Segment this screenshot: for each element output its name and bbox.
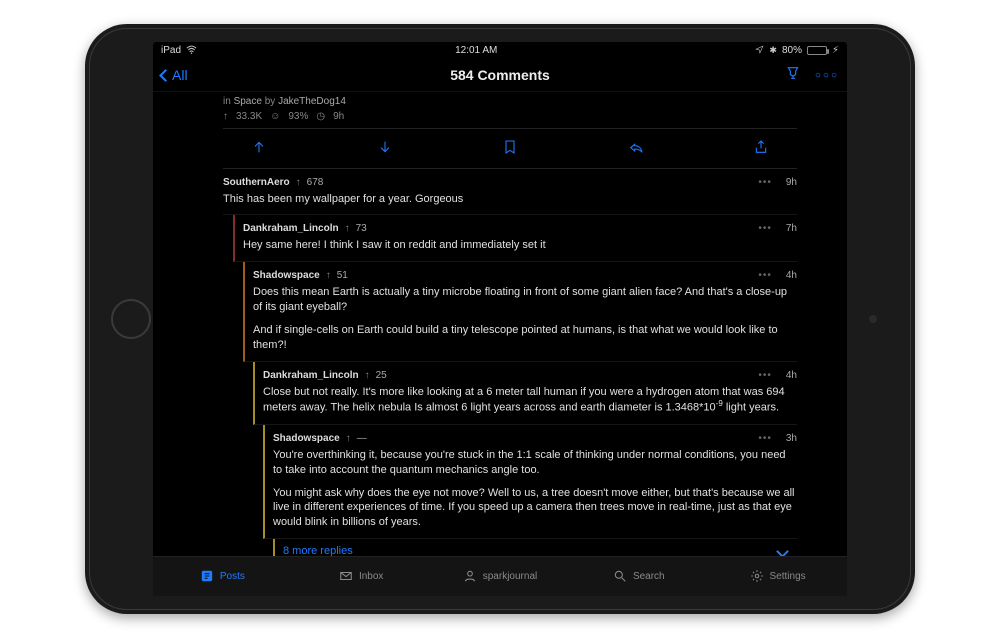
device-label: iPad: [161, 45, 181, 56]
comment-author[interactable]: Shadowspace: [273, 433, 340, 444]
comment-age: 9h: [786, 177, 797, 188]
upvote-arrow-icon: ↑: [365, 370, 370, 381]
comment-more-button[interactable]: •••: [758, 270, 772, 281]
tab-inbox[interactable]: Inbox: [292, 557, 431, 596]
upvote-arrow-icon: ↑: [223, 111, 228, 122]
battery-icon: [807, 46, 827, 55]
tab-profile-label: sparkjournal: [483, 571, 537, 582]
comment-body: This has been my wallpaper for a year. G…: [223, 192, 797, 207]
upvote-count: 33.3K: [236, 111, 262, 122]
back-button[interactable]: All: [161, 67, 188, 83]
screen: iPad 12:01 AM ✱ 80% ⚡︎ All 58: [153, 42, 847, 596]
chevron-left-icon: [159, 69, 172, 82]
tab-settings[interactable]: Settings: [708, 557, 847, 596]
wifi-icon: [186, 45, 197, 57]
author-link[interactable]: JakeTheDog14: [278, 96, 346, 107]
comment-author[interactable]: Shadowspace: [253, 270, 320, 281]
charging-icon: ⚡︎: [832, 45, 839, 56]
ratio-icon: ☺: [270, 111, 280, 122]
tab-settings-label: Settings: [770, 571, 806, 582]
tab-profile[interactable]: sparkjournal: [431, 557, 570, 596]
downvote-button[interactable]: [377, 139, 393, 158]
tab-search[interactable]: Search: [569, 557, 708, 596]
bluetooth-icon: ✱: [769, 45, 777, 56]
comment-score: 678: [307, 177, 324, 188]
location-icon: [755, 45, 764, 57]
comment-body: You're overthinking it, because you're s…: [273, 448, 797, 530]
comment-age: 3h: [786, 433, 797, 444]
comment-author[interactable]: Dankraham_Lincoln: [243, 223, 339, 234]
back-label: All: [172, 67, 188, 83]
upvote-ratio: 93%: [288, 111, 308, 122]
content-scroll[interactable]: in Space by JakeTheDog14 ↑ 33.3K ☺ 93% ◷…: [153, 92, 847, 556]
post-stats: ↑ 33.3K ☺ 93% ◷ 9h: [223, 111, 797, 122]
reply-button[interactable]: [628, 139, 644, 158]
comment-score: —: [357, 433, 367, 444]
more-replies-label: 8 more replies: [283, 545, 353, 555]
page-title: 584 Comments: [153, 67, 847, 83]
upvote-arrow-icon: ↑: [345, 223, 350, 234]
comment-age: 4h: [786, 270, 797, 281]
in-label: in: [223, 96, 231, 107]
comment-body: Does this mean Earth is actually a tiny …: [253, 285, 797, 352]
tab-bar: Posts Inbox sparkjournal Search Settings: [153, 556, 847, 596]
upvote-arrow-icon: ↑: [326, 270, 331, 281]
upvote-arrow-icon: ↑: [346, 433, 351, 444]
clock-icon: ◷: [316, 111, 325, 122]
ipad-frame: iPad 12:01 AM ✱ 80% ⚡︎ All 58: [85, 24, 915, 614]
more-button[interactable]: ○○○: [815, 70, 839, 81]
tab-search-label: Search: [633, 571, 665, 582]
comment[interactable]: Dankraham_Lincoln ↑ 25 ••• 4h Close but not r…: [253, 362, 797, 425]
post-age: 9h: [333, 111, 344, 122]
home-button[interactable]: [111, 299, 151, 339]
comment-more-button[interactable]: •••: [758, 433, 772, 444]
status-bar: iPad 12:01 AM ✱ 80% ⚡︎: [153, 42, 847, 60]
comment[interactable]: Shadowspace ↑ 51 ••• 4h Does this mean Earth …: [243, 262, 797, 361]
sort-button[interactable]: [785, 65, 801, 86]
comment-score: 73: [356, 223, 367, 234]
tab-inbox-label: Inbox: [359, 571, 383, 582]
share-button[interactable]: [753, 139, 769, 158]
comment[interactable]: SouthernAero ↑ 678 ••• 9h This has been my wa…: [223, 169, 797, 216]
comment-score: 25: [376, 370, 387, 381]
comment-more-button[interactable]: •••: [758, 223, 772, 234]
comment-more-button[interactable]: •••: [758, 370, 772, 381]
comment-author[interactable]: SouthernAero: [223, 177, 290, 188]
action-bar: [223, 128, 797, 169]
by-label: by: [265, 96, 276, 107]
comment-body: Hey same here! I think I saw it on reddi…: [243, 238, 797, 253]
comment-age: 7h: [786, 223, 797, 234]
chevron-down-icon: [776, 545, 789, 556]
post-meta: in Space by JakeTheDog14: [223, 96, 797, 107]
comment[interactable]: Shadowspace ↑ — ••• 3h You're overthinking it…: [263, 425, 797, 539]
save-button[interactable]: [502, 139, 518, 158]
comment-author[interactable]: Dankraham_Lincoln: [263, 370, 359, 381]
front-camera: [869, 315, 877, 323]
comments-list: SouthernAero ↑ 678 ••• 9h This has been my wa…: [223, 169, 797, 540]
subreddit-link[interactable]: Space: [234, 96, 262, 107]
tab-posts[interactable]: Posts: [153, 557, 292, 596]
clock: 12:01 AM: [455, 45, 497, 56]
comment[interactable]: Dankraham_Lincoln ↑ 73 ••• 7h Hey same here! …: [233, 215, 797, 262]
comment-age: 4h: [786, 370, 797, 381]
upvote-button[interactable]: [251, 139, 267, 158]
battery-percent: 80%: [782, 45, 802, 56]
comment-body: Close but not really. It's more like loo…: [263, 385, 797, 416]
more-replies-button[interactable]: 8 more replies: [273, 539, 797, 555]
navigation-bar: All 584 Comments ○○○: [153, 60, 847, 92]
upvote-arrow-icon: ↑: [296, 177, 301, 188]
comment-score: 51: [337, 270, 348, 281]
comment-more-button[interactable]: •••: [758, 177, 772, 188]
tab-posts-label: Posts: [220, 571, 245, 582]
